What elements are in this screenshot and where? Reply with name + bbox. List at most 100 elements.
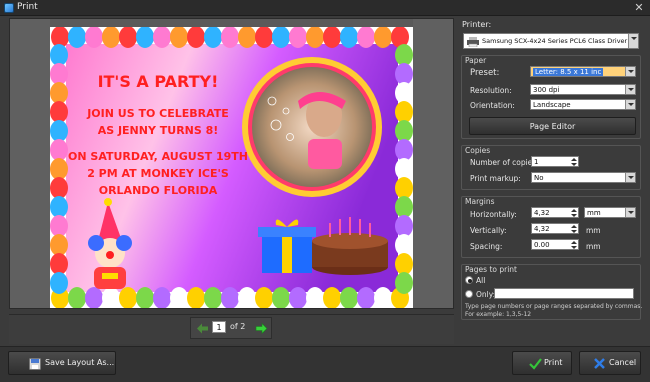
spin-up-icon[interactable] <box>571 241 577 244</box>
copies-value: 1 <box>534 158 539 166</box>
balloon <box>272 287 290 308</box>
spin-down-icon[interactable] <box>571 230 577 233</box>
balloon <box>221 287 239 308</box>
balloon <box>306 287 324 308</box>
all-pages-radio[interactable] <box>465 276 473 284</box>
balloon <box>50 139 68 161</box>
spacing-unit-label: mm <box>586 242 601 251</box>
chevron-down-icon[interactable] <box>625 100 635 109</box>
close-icon[interactable]: ✕ <box>632 1 646 14</box>
balloon <box>204 27 222 48</box>
chevron-down-icon[interactable] <box>625 173 635 182</box>
app-icon <box>4 3 14 13</box>
balloon <box>50 253 68 275</box>
spin-down-icon[interactable] <box>571 163 577 166</box>
print-label: Print <box>544 358 563 367</box>
balloon <box>170 287 188 308</box>
balloon <box>102 287 120 308</box>
balloon <box>395 158 413 180</box>
resolution-select[interactable]: 300 dpi <box>530 84 636 95</box>
balloon <box>395 120 413 142</box>
save-layout-button[interactable]: Save Layout As... <box>8 351 116 375</box>
spin-down-icon[interactable] <box>571 246 577 249</box>
balloon <box>272 27 290 48</box>
margin-unit-select[interactable]: mm <box>584 207 636 218</box>
balloon <box>68 287 86 308</box>
balloon <box>395 215 413 237</box>
preview-margin-left <box>10 19 50 308</box>
orientation-select[interactable]: Landscape <box>530 99 636 110</box>
preset-value: Letter: 8.5 x 11 inc <box>533 68 604 76</box>
spacing-label: Spacing: <box>470 242 503 251</box>
page-number-input[interactable]: 1 <box>212 321 226 333</box>
balloon <box>170 27 188 48</box>
vertical-margin-input[interactable]: 4,32 <box>531 223 579 234</box>
previous-page-icon[interactable] <box>196 322 209 335</box>
next-page-icon[interactable] <box>255 322 268 335</box>
save-icon <box>29 358 41 370</box>
spin-up-icon[interactable] <box>571 209 577 212</box>
balloon <box>357 27 375 48</box>
balloon <box>85 27 103 48</box>
print-markup-value: No <box>534 174 544 182</box>
spin-down-icon[interactable] <box>571 214 577 217</box>
card-line-4: 2 PM AT MONKEY ICE'S <box>87 167 229 180</box>
balloon <box>50 101 68 123</box>
balloon <box>221 27 239 48</box>
balloon <box>204 287 222 308</box>
page-editor-button[interactable]: Page Editor <box>469 117 636 135</box>
card-line-3: ON SATURDAY, AUGUST 19TH <box>68 150 248 163</box>
chevron-down-icon[interactable] <box>625 67 635 76</box>
horizontal-margin-label: Horizontally: <box>470 210 517 219</box>
spacing-value: 0.00 <box>534 241 550 249</box>
balloon <box>395 234 413 256</box>
balloon <box>395 196 413 218</box>
spin-up-icon[interactable] <box>571 225 577 228</box>
printer-select[interactable]: Samsung SCX-4x24 Series PCL6 Class Drive… <box>463 33 639 49</box>
spacing-input[interactable]: 0.00 <box>531 239 579 250</box>
orientation-value: Landscape <box>533 101 571 109</box>
chevron-down-icon[interactable] <box>625 208 635 217</box>
balloon <box>187 287 205 308</box>
orientation-label: Orientation: <box>470 101 515 110</box>
chevron-down-icon[interactable] <box>628 34 638 48</box>
printer-value: Samsung SCX-4x24 Series PCL6 Class Drive… <box>482 37 628 45</box>
resolution-value: 300 dpi <box>533 86 560 94</box>
balloon <box>374 27 392 48</box>
balloon <box>289 27 307 48</box>
balloon <box>50 196 68 218</box>
balloon <box>289 287 307 308</box>
gift-illustration <box>258 219 316 273</box>
paper-section-title: Paper <box>465 56 487 65</box>
balloon <box>85 287 103 308</box>
pages-section-title: Pages to print <box>465 265 517 274</box>
balloon <box>395 272 413 294</box>
copies-input[interactable]: 1 <box>531 156 579 167</box>
balloon <box>374 287 392 308</box>
spin-up-icon[interactable] <box>571 158 577 161</box>
balloon <box>119 27 137 48</box>
balloon <box>50 177 68 199</box>
balloon <box>395 101 413 123</box>
vertical-margin-label: Vertically: <box>470 226 507 235</box>
printer-icon <box>467 37 479 47</box>
print-button[interactable]: Print <box>512 351 572 375</box>
preset-select[interactable]: Letter: 8.5 x 11 inc <box>530 66 636 77</box>
card-headline: IT'S A PARTY! <box>98 72 219 91</box>
pages-hint: Type page numbers or page ranges separat… <box>465 303 643 310</box>
balloon <box>395 63 413 85</box>
balloon <box>102 27 120 48</box>
print-markup-select[interactable]: No <box>531 172 636 183</box>
balloon <box>50 82 68 104</box>
only-pages-input[interactable] <box>494 288 634 299</box>
balloon <box>238 287 256 308</box>
chevron-down-icon[interactable] <box>625 85 635 94</box>
balloon <box>136 27 154 48</box>
card-line-1: JOIN US TO CELEBRATE <box>86 107 229 120</box>
balloon <box>395 253 413 275</box>
window-title: Print <box>17 2 38 12</box>
balloon <box>50 120 68 142</box>
only-pages-radio[interactable] <box>465 290 473 298</box>
horizontal-margin-input[interactable]: 4,32 <box>531 207 579 218</box>
cancel-button[interactable]: Cancel <box>579 351 641 375</box>
